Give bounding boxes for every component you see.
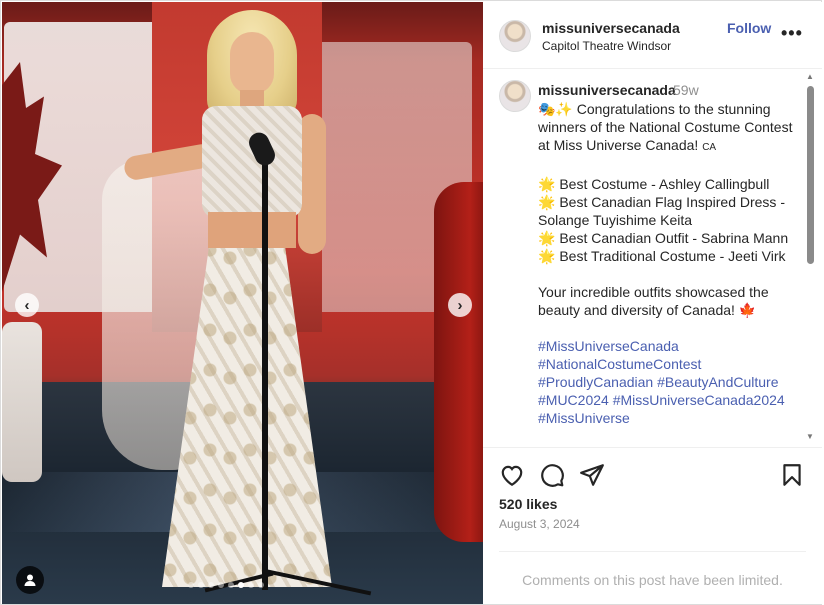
red-dress-figure (434, 182, 483, 542)
carousel-dot (238, 582, 244, 588)
embroidered-top (202, 106, 302, 218)
carousel-dot (188, 582, 194, 588)
follow-button[interactable]: Follow (727, 20, 771, 36)
carousel-next-button[interactable]: › (448, 293, 472, 317)
caption-line: 🌟 Best Costume - Ashley Callingbull (538, 176, 770, 192)
caption-avatar[interactable] (499, 80, 531, 112)
tagged-users-button[interactable] (16, 566, 44, 594)
caption-text: 🎭✨ Congratulations to the stunning winne… (538, 100, 800, 427)
caption-section: missuniversecanada 59w 🎭✨ Congratulation… (483, 70, 822, 446)
caption-line: 🎭✨ Congratulations to the stunning winne… (538, 101, 793, 153)
chevron-right-icon: › (457, 296, 463, 314)
post-photo[interactable]: ‹ › (2, 2, 483, 604)
left-figure (2, 322, 42, 482)
hashtag-link[interactable]: #NationalCostumeContest (538, 355, 800, 373)
carousel-dot (258, 582, 264, 588)
caption-line: 🌟 Best Canadian Outfit - Sabrina Mann (538, 230, 789, 246)
post-details-panel: missuniversecanada Capitol Theatre Winds… (483, 2, 822, 604)
post-location[interactable]: Capitol Theatre Windsor (542, 39, 671, 53)
scroll-up-arrow-icon[interactable]: ▲ (806, 72, 814, 81)
carousel-indicator (188, 582, 264, 588)
carousel-dot (248, 582, 254, 588)
scroll-down-arrow-icon[interactable]: ▼ (806, 432, 814, 441)
comment-icon[interactable] (539, 462, 565, 488)
hashtag-link[interactable]: #ProudlyCanadian #BeautyAndCulture (538, 373, 800, 391)
scroll-thumb[interactable] (807, 86, 814, 264)
caption-line: Your incredible outfits showcased the be… (538, 284, 769, 318)
carousel-prev-button[interactable]: ‹ (15, 293, 39, 317)
caption-username[interactable]: missuniversecanada (538, 82, 676, 98)
hashtag-link[interactable]: #MUC2024 #MissUniverseCanada2024 (538, 391, 800, 409)
comments-limited-notice: Comments on this post have been limited. (522, 572, 783, 588)
post-dialog: ‹ › missuniversecanada Capitol Theatre W… (0, 0, 822, 605)
carousel-dot (218, 582, 224, 588)
post-header: missuniversecanada Capitol Theatre Winds… (483, 2, 822, 69)
carousel-dot (208, 582, 214, 588)
bookmark-icon[interactable] (779, 462, 805, 488)
caption-scrollbar[interactable]: ▲ ▼ (806, 72, 814, 442)
hashtag-link[interactable]: #MissUniverse (538, 409, 800, 427)
avatar[interactable] (499, 20, 531, 52)
user-icon (24, 574, 36, 586)
likes-count[interactable]: 520 likes (499, 496, 557, 512)
divider (499, 551, 806, 552)
send-icon[interactable] (579, 462, 605, 488)
midriff (208, 212, 296, 248)
caption-line: 🌟 Best Canadian Flag Inspired Dress - So… (538, 194, 785, 228)
caption-line: 🌟 Best Traditional Costume - Jeeti Virk (538, 248, 786, 264)
post-date: August 3, 2024 (499, 517, 580, 531)
chevron-left-icon: ‹ (24, 296, 30, 314)
face (230, 32, 274, 94)
caption-time: 59w (673, 82, 699, 98)
more-options-icon[interactable]: ••• (781, 23, 803, 44)
mic-stand (262, 150, 268, 590)
author-username[interactable]: missuniversecanada (542, 20, 680, 36)
carousel-dot (228, 582, 234, 588)
contestant-figure (102, 10, 372, 600)
heart-icon[interactable] (499, 462, 525, 488)
right-arm (298, 114, 326, 254)
action-bar: 520 likes August 3, 2024 (483, 447, 822, 567)
carousel-dot (198, 582, 204, 588)
hashtag-link[interactable]: #MissUniverseCanada (538, 337, 800, 355)
